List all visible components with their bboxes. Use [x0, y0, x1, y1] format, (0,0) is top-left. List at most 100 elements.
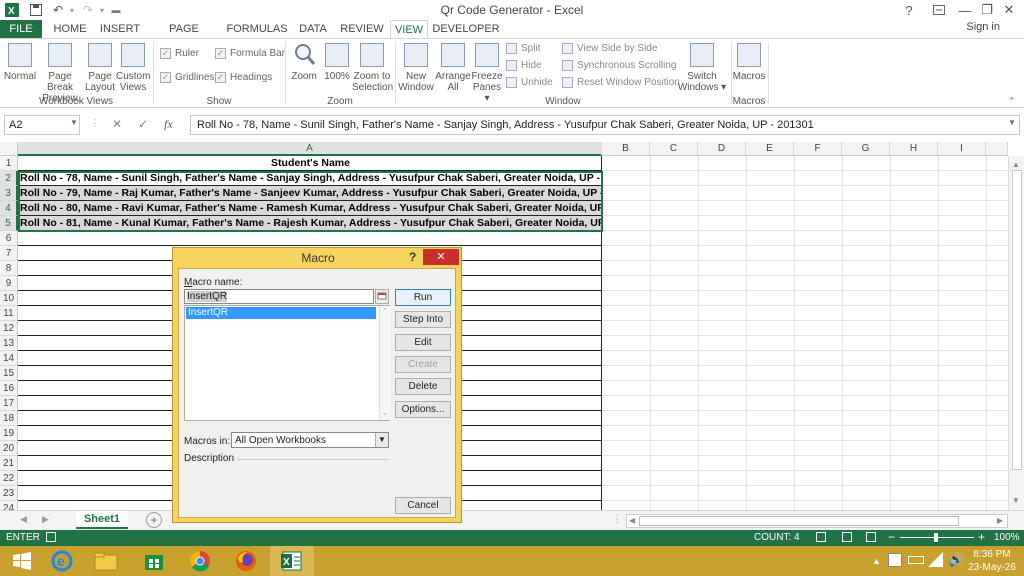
row-header-21[interactable]: 21: [0, 456, 18, 471]
row-header-16[interactable]: 16: [0, 381, 18, 396]
start-button[interactable]: [0, 546, 44, 576]
tab-file[interactable]: FILE: [0, 20, 42, 38]
firefox-taskbar-icon[interactable]: [224, 546, 268, 576]
store-taskbar-icon[interactable]: [132, 546, 176, 576]
horizontal-scroll-thumb[interactable]: [639, 516, 959, 526]
taskbar-time[interactable]: 8:36 PM: [966, 549, 1018, 560]
new-window-button[interactable]: New Window: [396, 40, 436, 96]
tab-page-layout[interactable]: PAGE LAYOUT: [148, 20, 220, 53]
worksheet-grid[interactable]: A B C D E F G H I 1 2 3 4 5 6 7 8 9 10 11 12 13 14 15 1…: [0, 142, 1024, 510]
new-sheet-button[interactable]: +: [146, 512, 162, 528]
dialog-close-button[interactable]: ✕: [423, 249, 459, 265]
sheet-tab-sheet1[interactable]: Sheet1: [76, 511, 128, 529]
cell-a2[interactable]: Roll No - 78, Name - Sunil Singh, Father…: [18, 171, 602, 186]
formula-bar-checkbox[interactable]: ✓ Formula Bar: [215, 48, 285, 59]
tab-insert[interactable]: INSERT: [96, 20, 144, 38]
wifi-icon[interactable]: [928, 552, 944, 571]
arrange-all-button[interactable]: Arrange All: [435, 40, 471, 96]
select-all-button[interactable]: [0, 142, 18, 156]
row-header-10[interactable]: 10: [0, 291, 18, 306]
create-button[interactable]: Create: [395, 356, 451, 373]
cell-a4[interactable]: Roll No - 80, Name - Ravi Kumar, Father'…: [18, 201, 602, 216]
delete-button[interactable]: Delete: [395, 378, 451, 395]
row-header-8[interactable]: 8: [0, 261, 18, 276]
unhide-button[interactable]: Unhide: [506, 77, 553, 88]
column-header-c[interactable]: C: [650, 142, 698, 156]
custom-views-button[interactable]: Custom Views: [116, 40, 150, 96]
insert-function-button[interactable]: fx: [164, 117, 173, 132]
page-layout-status-icon[interactable]: [842, 532, 852, 542]
row-header-14[interactable]: 14: [0, 351, 18, 366]
hide-button[interactable]: Hide: [506, 60, 542, 71]
row-header-9[interactable]: 9: [0, 276, 18, 291]
headings-checkbox[interactable]: ✓ Headings: [215, 72, 272, 83]
sheet-next-icon[interactable]: ▶: [42, 514, 49, 525]
macros-button[interactable]: Macros: [732, 40, 766, 96]
scroll-up-icon[interactable]: ▲: [1012, 160, 1020, 169]
scroll-right-icon[interactable]: ▶: [997, 516, 1003, 525]
file-explorer-taskbar-icon[interactable]: [84, 546, 128, 576]
taskbar-date[interactable]: 23-May-26: [966, 562, 1018, 573]
volume-icon[interactable]: 🔊: [948, 552, 964, 568]
list-scroll-down-icon[interactable]: ⌄: [382, 409, 388, 417]
tab-data[interactable]: DATA: [294, 20, 332, 38]
tab-split-handle[interactable]: ⋮: [612, 514, 622, 525]
zoom-level[interactable]: 100%: [994, 532, 1020, 543]
row-header-2[interactable]: 2: [0, 171, 18, 186]
page-break-preview-button[interactable]: Page Break Preview: [37, 40, 83, 104]
show-hidden-icons[interactable]: ▲: [872, 556, 881, 566]
column-header-b[interactable]: B: [602, 142, 650, 156]
sheet-prev-icon[interactable]: ◀: [20, 514, 27, 525]
zoom-in-button[interactable]: +: [978, 530, 985, 544]
zoom-button[interactable]: Zoom: [288, 40, 320, 96]
column-header-g[interactable]: G: [842, 142, 890, 156]
split-button[interactable]: Split: [506, 43, 540, 54]
scroll-down-icon[interactable]: ▼: [1012, 496, 1020, 505]
cell-a5[interactable]: Roll No - 81, Name - Kunal Kumar, Father…: [18, 216, 602, 231]
list-scroll-up-icon[interactable]: ⌃: [382, 307, 388, 315]
dialog-help-button[interactable]: ?: [409, 250, 416, 264]
ruler-checkbox[interactable]: ✓ Ruler: [160, 48, 199, 59]
macro-list-item[interactable]: InsertQR: [186, 307, 376, 319]
action-center-icon[interactable]: [888, 553, 902, 567]
help-button[interactable]: ?: [894, 0, 924, 20]
cell-a6[interactable]: [18, 231, 602, 246]
battery-icon[interactable]: [908, 556, 924, 564]
cancel-button[interactable]: Cancel: [395, 497, 451, 514]
vertical-scrollbar[interactable]: ▲ ▼: [1008, 156, 1024, 510]
tab-formulas[interactable]: FORMULAS: [224, 20, 290, 38]
synchronous-scrolling-button[interactable]: Synchronous Scrolling: [562, 60, 677, 71]
row-header-3[interactable]: 3: [0, 186, 18, 201]
column-header-h[interactable]: H: [890, 142, 938, 156]
page-layout-view-button[interactable]: Page Layout: [84, 40, 116, 96]
view-side-by-side-button[interactable]: View Side by Side: [562, 43, 657, 54]
chrome-taskbar-icon[interactable]: [178, 546, 222, 576]
row-header-5[interactable]: 5: [0, 216, 18, 231]
row-header-24[interactable]: 24: [0, 501, 18, 510]
run-button[interactable]: Run: [395, 289, 451, 306]
page-break-status-icon[interactable]: [866, 532, 876, 542]
row-header-22[interactable]: 22: [0, 471, 18, 486]
horizontal-scrollbar[interactable]: ◀ ▶: [626, 514, 1008, 528]
zoom-to-selection-button[interactable]: Zoom to Selection: [352, 40, 393, 96]
scroll-left-icon[interactable]: ◀: [629, 516, 635, 525]
row-header-11[interactable]: 11: [0, 306, 18, 321]
gridlines-checkbox[interactable]: ✓ Gridlines: [160, 72, 214, 83]
row-header-19[interactable]: 19: [0, 426, 18, 441]
step-into-button[interactable]: Step Into: [395, 311, 451, 328]
name-box-dropdown-icon[interactable]: ▼: [70, 118, 78, 127]
freeze-panes-button[interactable]: Freeze Panes ▾: [470, 40, 504, 104]
column-header-a[interactable]: A: [18, 142, 602, 156]
row-header-18[interactable]: 18: [0, 411, 18, 426]
zoom-slider-thumb[interactable]: [934, 533, 938, 542]
column-header-j[interactable]: [986, 142, 1008, 156]
tab-view[interactable]: VIEW: [390, 20, 428, 38]
reset-window-position-button[interactable]: Reset Window Position: [562, 77, 680, 88]
excel-taskbar-icon[interactable]: X: [270, 546, 314, 576]
vertical-scroll-thumb[interactable]: [1012, 170, 1022, 470]
row-header-15[interactable]: 15: [0, 366, 18, 381]
row-header-23[interactable]: 23: [0, 486, 18, 501]
normal-view-status-icon[interactable]: [816, 532, 826, 542]
edit-button[interactable]: Edit: [395, 334, 451, 351]
macro-list-scrollbar[interactable]: ⌃ ⌄: [379, 306, 390, 420]
